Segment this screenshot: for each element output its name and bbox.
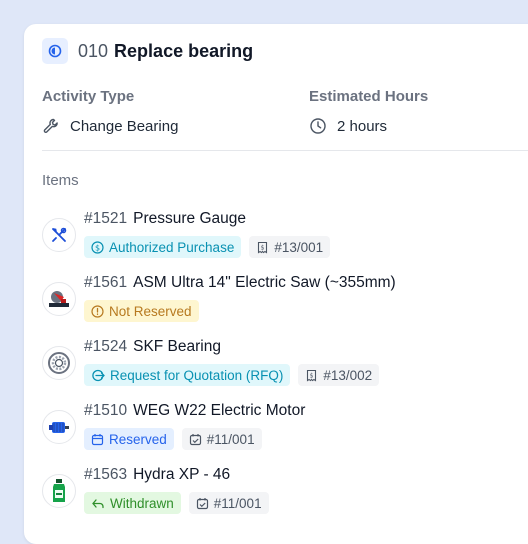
page-title: 010 Replace bearing: [78, 41, 253, 62]
card-header: 010 Replace bearing: [42, 38, 253, 64]
work-order-card: 010 Replace bearing Activity Type Change …: [24, 24, 528, 544]
activity-type-label: Activity Type: [42, 88, 135, 105]
list-item[interactable]: #1524 SKF Bearing Request for Quotation (…: [42, 338, 522, 394]
svg-text:$: $: [95, 243, 100, 252]
status-badge: Withdrawn: [84, 492, 181, 514]
saw-image: [42, 282, 76, 316]
estimated-hours-text: 2 hours: [337, 117, 388, 135]
items-section-label: Items: [42, 172, 79, 189]
item-number: #1561: [84, 274, 128, 291]
item-title: #1510 WEG W22 Electric Motor: [84, 402, 305, 420]
work-order-number: 010: [78, 40, 109, 61]
receipt-icon: $: [307, 369, 317, 381]
item-name: WEG W22 Electric Motor: [133, 402, 306, 419]
svg-text:$: $: [310, 372, 314, 379]
item-title: #1524 SKF Bearing: [84, 338, 221, 356]
reference-badge[interactable]: $ #13/001: [249, 236, 331, 258]
info-icon: [91, 304, 104, 318]
rfq-icon: [92, 369, 105, 381]
item-name: Hydra XP - 46: [133, 466, 231, 483]
item-number: #1524: [84, 338, 128, 355]
item-number: #1521: [84, 210, 128, 227]
tools-icon: [42, 218, 76, 252]
wrench-icon: [43, 118, 58, 133]
calendar-icon: [91, 433, 104, 445]
item-name: ASM Ultra 14" Electric Saw (~355mm): [133, 274, 396, 291]
dollar-icon: $: [91, 240, 104, 254]
activity-type-value: Change Bearing: [42, 117, 178, 135]
list-item[interactable]: #1521 Pressure Gauge $ Authorized Purchas…: [42, 210, 522, 266]
item-title: #1561 ASM Ultra 14" Electric Saw (~355mm): [84, 274, 396, 292]
status-badge: $ Authorized Purchase: [84, 236, 242, 258]
item-name: Pressure Gauge: [133, 210, 246, 227]
reference-badge[interactable]: #11/001: [188, 492, 269, 514]
svg-text:$: $: [261, 244, 265, 251]
half-circle-status-icon: [42, 38, 68, 64]
bearing-image: [42, 346, 76, 380]
estimated-hours-value: 2 hours: [309, 117, 387, 135]
list-item[interactable]: #1563 Hydra XP - 46 Withdrawn #11/001: [42, 466, 522, 522]
item-name: SKF Bearing: [133, 338, 221, 355]
activity-type-text: Change Bearing: [70, 117, 179, 135]
calendar-check-icon: [189, 433, 201, 445]
calendar-check-icon: [196, 497, 208, 509]
reference-badge[interactable]: #11/001: [181, 428, 262, 450]
list-item[interactable]: #1561 ASM Ultra 14" Electric Saw (~355mm)…: [42, 274, 522, 330]
status-badge: Request for Quotation (RFQ): [84, 364, 291, 386]
oil-bottle-image: [42, 474, 76, 508]
item-number: #1563: [84, 466, 128, 483]
item-title: #1521 Pressure Gauge: [84, 210, 246, 228]
arrow-return-icon: [92, 498, 104, 508]
receipt-icon: $: [258, 241, 268, 253]
reference-badge[interactable]: $ #13/002: [298, 364, 380, 386]
motor-image: [42, 410, 76, 444]
clock-icon: [310, 118, 326, 134]
estimated-hours-label: Estimated Hours: [309, 88, 429, 105]
status-badge: Reserved: [84, 428, 174, 450]
work-order-title: Replace bearing: [114, 40, 254, 61]
list-item[interactable]: #1510 WEG W22 Electric Motor Reserved #11…: [42, 402, 522, 458]
item-number: #1510: [84, 402, 128, 419]
status-badge: Not Reserved: [84, 300, 199, 322]
section-divider: [42, 150, 528, 151]
item-title: #1563 Hydra XP - 46: [84, 466, 230, 484]
